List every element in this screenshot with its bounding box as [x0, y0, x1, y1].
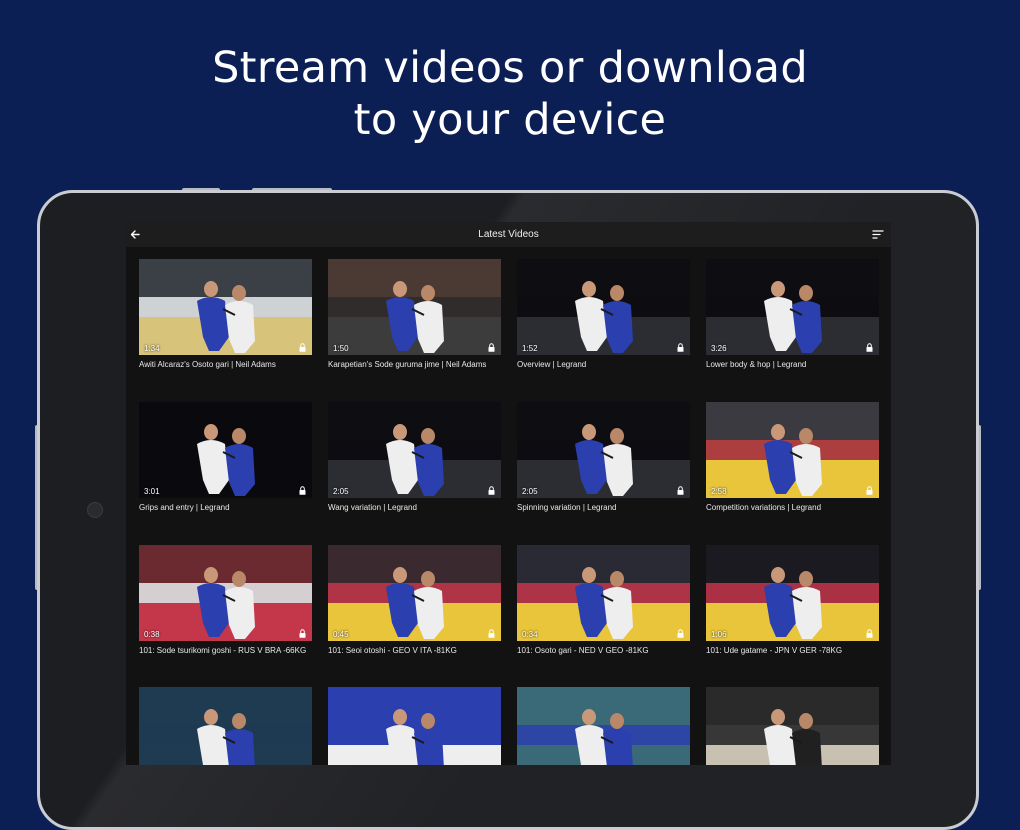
video-thumbnail[interactable]: 2:58 — [706, 402, 879, 498]
video-title: Lower body & hop | Legrand — [706, 360, 807, 369]
video-card[interactable]: 2:05 Spinning variation | Legrand — [517, 402, 690, 513]
lock-icon — [488, 343, 495, 352]
front-camera — [87, 502, 103, 518]
judo-scene-image — [328, 402, 501, 498]
video-card[interactable] — [328, 687, 501, 765]
video-title: Overview | Legrand — [517, 360, 587, 369]
judo-scene-image — [706, 259, 879, 355]
judo-scene-image — [139, 259, 312, 355]
video-card[interactable]: 1:52 Overview | Legrand — [517, 259, 690, 370]
video-card[interactable]: 3:01 Grips and entry | Legrand — [139, 402, 312, 513]
video-title: 101: Sode tsurikomi goshi - RUS V BRA -6… — [139, 646, 307, 655]
judo-scene-image — [328, 545, 501, 641]
video-card[interactable]: 3:26 Lower body & hop | Legrand — [706, 259, 879, 370]
lock-icon — [488, 486, 495, 495]
judo-scene-image — [328, 687, 501, 765]
video-thumbnail[interactable] — [517, 687, 690, 765]
lock-icon — [677, 486, 684, 495]
video-duration: 3:26 — [711, 344, 727, 353]
lock-icon — [866, 629, 873, 638]
video-thumbnail[interactable]: 1:06 — [706, 545, 879, 641]
app-screen: Latest Videos 1:34 Awiti Alcaraz's Osoto … — [126, 222, 891, 765]
video-thumbnail[interactable]: 0:34 — [517, 545, 690, 641]
video-duration: 2:05 — [333, 487, 349, 496]
app-bar: Latest Videos — [126, 222, 891, 247]
video-card[interactable]: 0:38 101: Sode tsurikomi goshi - RUS V BR… — [139, 545, 312, 656]
video-duration: 0:38 — [144, 630, 160, 639]
video-duration: 3:01 — [144, 487, 160, 496]
lock-icon — [299, 486, 306, 495]
video-thumbnail[interactable]: 3:01 — [139, 402, 312, 498]
lock-icon — [488, 629, 495, 638]
lock-icon — [677, 343, 684, 352]
judo-scene-image — [517, 402, 690, 498]
judo-scene-image — [706, 545, 879, 641]
video-card[interactable]: 1:06 101: Ude gatame - JPN V GER -78KG — [706, 545, 879, 656]
video-thumbnail[interactable]: 1:50 — [328, 259, 501, 355]
video-duration: 0:45 — [333, 630, 349, 639]
judo-scene-image — [517, 545, 690, 641]
video-thumbnail[interactable] — [328, 687, 501, 765]
video-thumbnail[interactable]: 0:38 — [139, 545, 312, 641]
video-thumbnail[interactable]: 2:05 — [328, 402, 501, 498]
video-card[interactable] — [139, 687, 312, 765]
video-thumbnail[interactable] — [706, 687, 879, 765]
app-title: Latest Videos — [478, 229, 539, 240]
video-duration: 2:05 — [522, 487, 538, 496]
video-duration: 1:06 — [711, 630, 727, 639]
video-card[interactable]: 0:45 101: Seoi otoshi - GEO V ITA -81KG — [328, 545, 501, 656]
video-title: Competition variations | Legrand — [706, 503, 822, 512]
video-card[interactable]: 1:34 Awiti Alcaraz's Osoto gari | Neil Ad… — [139, 259, 312, 370]
video-card[interactable]: 1:50 Karapetian's Sode guruma jime | Neil… — [328, 259, 501, 370]
video-duration: 2:58 — [711, 487, 727, 496]
judo-scene-image — [328, 259, 501, 355]
video-duration: 1:52 — [522, 344, 538, 353]
video-duration: 1:50 — [333, 344, 349, 353]
video-card[interactable] — [517, 687, 690, 765]
video-thumbnail[interactable]: 0:45 — [328, 545, 501, 641]
video-card[interactable]: 2:58 Competition variations | Legrand — [706, 402, 879, 513]
video-card[interactable] — [706, 687, 879, 765]
video-duration: 0:34 — [522, 630, 538, 639]
video-title: Grips and entry | Legrand — [139, 503, 230, 512]
video-title: Karapetian's Sode guruma jime | Neil Ada… — [328, 360, 487, 369]
video-thumbnail[interactable]: 1:34 — [139, 259, 312, 355]
headline-line-2: to your device — [353, 95, 667, 145]
video-thumbnail[interactable]: 1:52 — [517, 259, 690, 355]
video-thumbnail[interactable]: 3:26 — [706, 259, 879, 355]
video-thumbnail[interactable]: 2:05 — [517, 402, 690, 498]
judo-scene-image — [517, 259, 690, 355]
video-title: 101: Seoi otoshi - GEO V ITA -81KG — [328, 646, 457, 655]
video-card[interactable]: 0:34 101: Osoto gari - NED V GEO -81KG — [517, 545, 690, 656]
sort-icon[interactable] — [871, 227, 885, 242]
video-title: 101: Osoto gari - NED V GEO -81KG — [517, 646, 649, 655]
lock-icon — [677, 629, 684, 638]
headline-line-1: Stream videos or download — [212, 43, 808, 93]
video-title: Wang variation | Legrand — [328, 503, 417, 512]
judo-scene-image — [139, 545, 312, 641]
promo-headline: Stream videos or download to your device — [0, 42, 1020, 146]
judo-scene-image — [706, 402, 879, 498]
judo-scene-image — [517, 687, 690, 765]
video-thumbnail[interactable] — [139, 687, 312, 765]
lock-icon — [299, 629, 306, 638]
lock-icon — [866, 486, 873, 495]
judo-scene-image — [139, 687, 312, 765]
video-title: 101: Ude gatame - JPN V GER -78KG — [706, 646, 843, 655]
judo-scene-image — [706, 687, 879, 765]
lock-icon — [866, 343, 873, 352]
judo-scene-image — [139, 402, 312, 498]
video-title: Spinning variation | Legrand — [517, 503, 617, 512]
video-card[interactable]: 2:05 Wang variation | Legrand — [328, 402, 501, 513]
lock-icon — [299, 343, 306, 352]
video-title: Awiti Alcaraz's Osoto gari | Neil Adams — [139, 360, 276, 369]
video-duration: 1:34 — [144, 344, 160, 353]
